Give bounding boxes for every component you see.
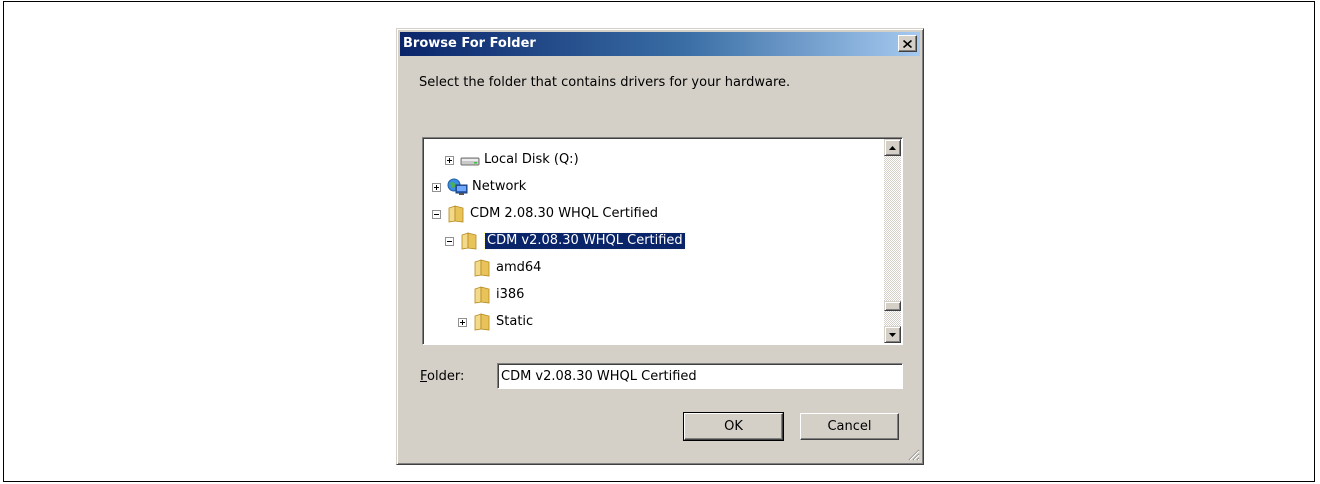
tree-item-label: CDM 2.08.30 WHQL Certified <box>470 206 658 221</box>
collapse-minus-icon[interactable] <box>445 237 454 246</box>
tree-item-i386[interactable]: i386 <box>423 285 883 305</box>
arrow-down-icon <box>889 332 896 337</box>
folder-icon <box>474 259 490 277</box>
folder-tree[interactable]: Local Disk (Q:) Network CDM 2.08.30 WHQL… <box>422 137 903 345</box>
browse-for-folder-dialog: Browse For Folder Select the folder that… <box>396 28 924 465</box>
folder-label-accelerator: F <box>420 369 428 384</box>
tree-item-label: CDM v2.08.30 WHQL Certified <box>484 232 686 250</box>
collapse-minus-icon[interactable] <box>432 210 441 219</box>
arrow-up-icon <box>889 145 896 150</box>
tree-scrollbar[interactable] <box>884 139 901 343</box>
resize-grip-icon[interactable] <box>906 447 920 461</box>
instruction-text: Select the folder that contains drivers … <box>419 75 791 90</box>
network-icon <box>447 178 468 195</box>
expand-plus-icon[interactable] <box>432 183 441 192</box>
folder-label: Folder: <box>420 369 464 384</box>
folder-icon <box>448 205 464 223</box>
folder-icon <box>474 286 490 304</box>
expand-plus-icon[interactable] <box>445 156 454 165</box>
close-button[interactable] <box>898 35 917 52</box>
folder-input[interactable] <box>497 363 903 389</box>
tree-item-cdm-selected[interactable]: CDM v2.08.30 WHQL Certified <box>423 231 883 251</box>
dialog-title: Browse For Folder <box>403 36 536 51</box>
folder-icon <box>461 232 477 250</box>
tree-item-label: amd64 <box>496 260 542 275</box>
tree-item-label: Static <box>496 314 534 329</box>
tree-item-label: Network <box>472 179 527 194</box>
tree-item-local-disk[interactable]: Local Disk (Q:) <box>423 150 883 170</box>
expand-plus-icon[interactable] <box>458 318 467 327</box>
cancel-button[interactable]: Cancel <box>800 413 899 440</box>
tree-item-cdm-parent[interactable]: CDM 2.08.30 WHQL Certified <box>423 204 883 224</box>
title-bar[interactable]: Browse For Folder <box>400 32 920 56</box>
tree-item-label: Local Disk (Q:) <box>484 152 579 167</box>
ok-button[interactable]: OK <box>683 412 784 441</box>
tree-item-amd64[interactable]: amd64 <box>423 258 883 278</box>
folder-label-text: older: <box>427 369 465 384</box>
scroll-thumb[interactable] <box>884 301 901 311</box>
tree-item-static[interactable]: Static <box>423 312 883 332</box>
tree-item-network[interactable]: Network <box>423 177 883 197</box>
scroll-down-button[interactable] <box>884 326 901 343</box>
drive-icon <box>460 157 480 166</box>
close-icon <box>903 39 912 48</box>
scroll-up-button[interactable] <box>884 139 901 156</box>
folder-icon <box>474 313 490 331</box>
tree-item-label: i386 <box>496 287 525 302</box>
